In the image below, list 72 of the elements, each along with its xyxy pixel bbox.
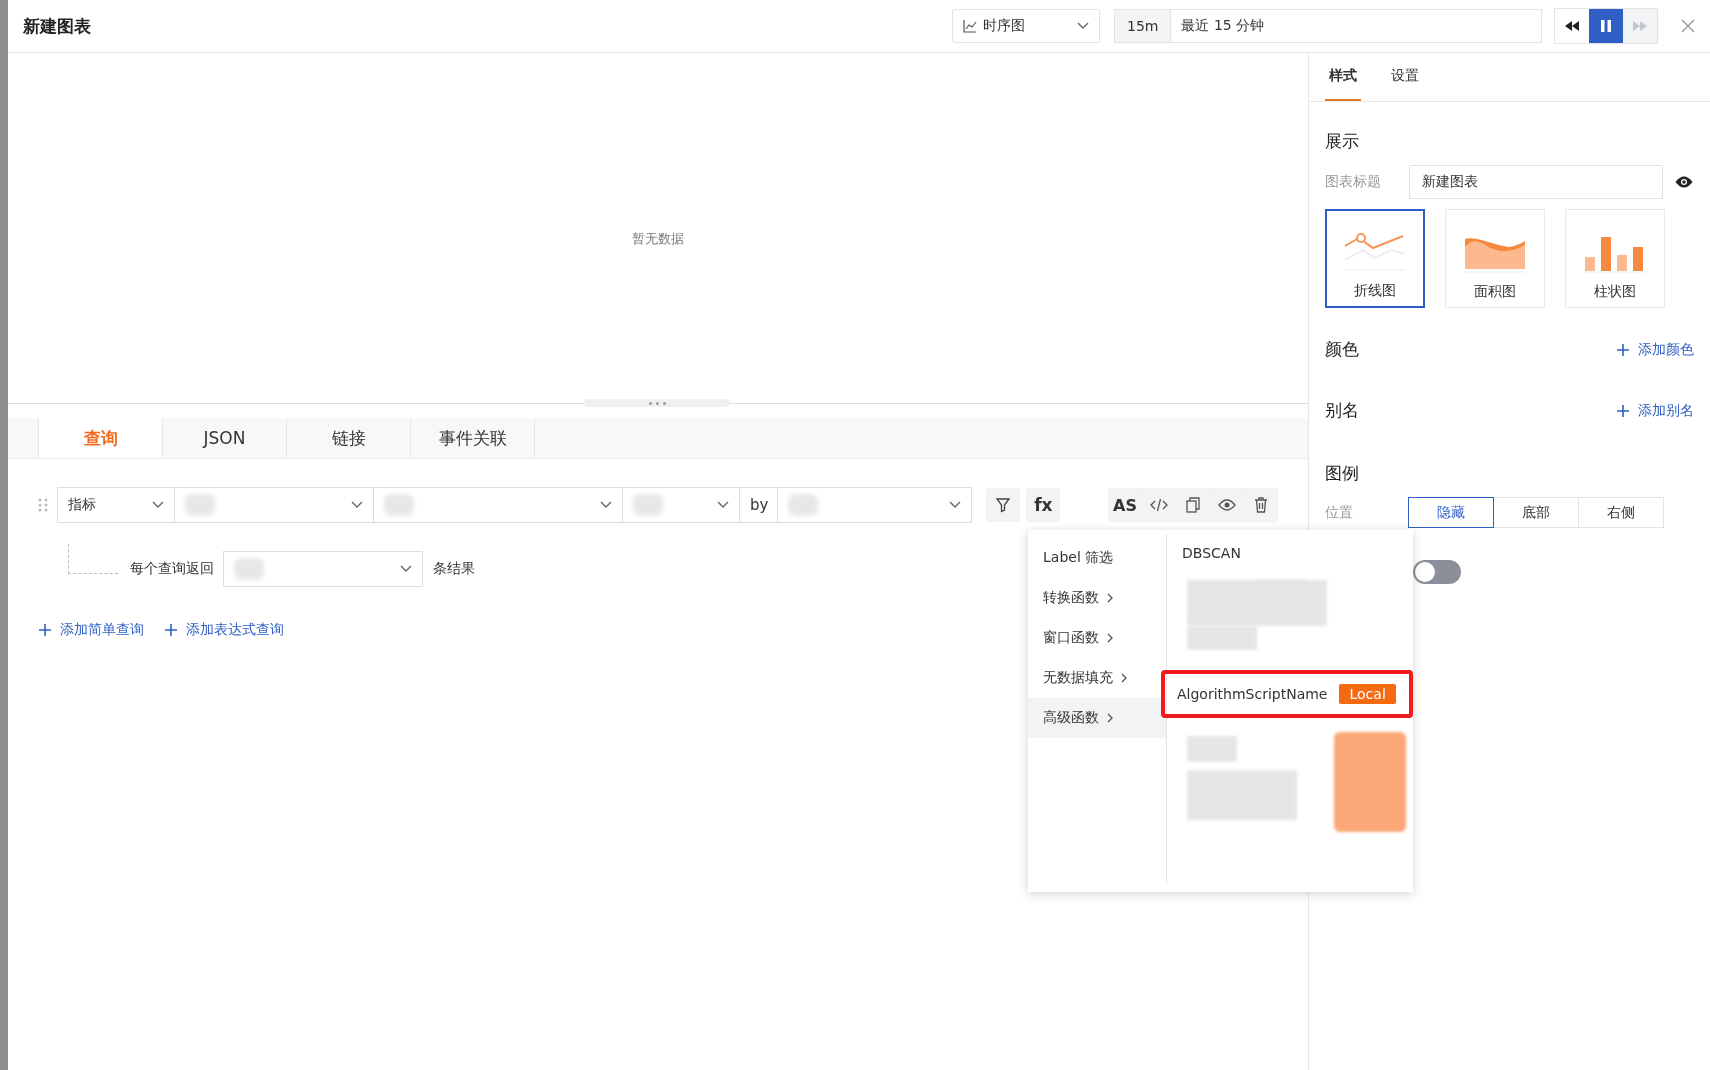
filter-icon: [995, 497, 1012, 513]
rewind-icon: [1565, 21, 1579, 31]
line-chart-icon: [963, 19, 977, 33]
menu-category[interactable]: 高级函数: [1028, 698, 1166, 738]
empty-state-text: 暂无数据: [632, 230, 684, 248]
plus-icon: [38, 623, 52, 637]
trash-icon: [1254, 497, 1268, 513]
menu-item[interactable]: DBSCAN: [1167, 538, 1413, 568]
menu-category[interactable]: 转换函数: [1028, 578, 1166, 618]
chevron-down-icon: [717, 501, 729, 509]
chart-type-card[interactable]: 面积图: [1445, 209, 1545, 308]
field-label: 位置: [1325, 503, 1354, 522]
section-heading: 展示: [1325, 130, 1360, 153]
chart-type-card[interactable]: 折线图: [1325, 209, 1425, 308]
chevron-right-icon: [1107, 593, 1114, 603]
close-icon[interactable]: [1680, 18, 1696, 34]
settings-tab[interactable]: 样式: [1325, 53, 1361, 101]
menu-item-label: AlgorithmScriptName: [1177, 686, 1328, 702]
eye-icon: [1218, 499, 1236, 511]
add-simple-query-link[interactable]: 添加简单查询: [38, 621, 144, 639]
copy-icon: [1186, 497, 1200, 513]
results-label: 条结果: [433, 560, 475, 578]
tree-connector: [68, 544, 118, 574]
query-tab[interactable]: JSON: [163, 418, 287, 458]
line-chart-icon: [1343, 232, 1407, 272]
code-icon: [1150, 498, 1168, 512]
filter-button[interactable]: [986, 488, 1021, 522]
legend-position-option[interactable]: 右侧: [1578, 497, 1664, 528]
eye-icon[interactable]: [1675, 176, 1693, 188]
chevron-down-icon: [351, 501, 363, 509]
local-tag: Local: [1339, 684, 1396, 704]
resize-handle[interactable]: [584, 399, 730, 407]
chart-type-card[interactable]: 柱状图: [1565, 209, 1665, 308]
chevron-right-icon: [1107, 713, 1114, 723]
toggle-switch[interactable]: [1413, 560, 1461, 584]
menu-category[interactable]: Label 筛选: [1028, 538, 1166, 578]
pause-icon: [1601, 20, 1611, 32]
legend-position-option[interactable]: 底部: [1493, 497, 1579, 528]
settings-tab[interactable]: 设置: [1387, 53, 1423, 101]
chevron-right-icon: [1121, 673, 1128, 683]
chevron-down-icon: [949, 501, 962, 509]
window-title: 新建图表: [23, 14, 91, 38]
field-label: 图表标题: [1325, 173, 1382, 191]
by-label: by: [739, 487, 779, 523]
add-color-link[interactable]: 添加颜色: [1616, 340, 1694, 359]
add-expression-query-link[interactable]: 添加表达式查询: [164, 621, 284, 639]
drag-handle-icon[interactable]: [38, 498, 48, 512]
chevron-right-icon: [1107, 633, 1114, 643]
pause-button[interactable]: [1589, 9, 1623, 43]
chevron-down-icon: [400, 565, 412, 573]
chevron-down-icon: [600, 501, 612, 509]
chart-title-field[interactable]: 新建图表: [1409, 165, 1663, 199]
section-heading: 别名: [1325, 399, 1359, 422]
plus-icon: [1616, 403, 1630, 418]
menu-category[interactable]: 窗口函数: [1028, 618, 1166, 658]
plus-icon: [164, 623, 178, 637]
add-alias-link[interactable]: 添加别名: [1616, 401, 1694, 420]
chevron-down-icon: [152, 501, 164, 509]
function-button[interactable]: fx: [1026, 488, 1061, 522]
query-tab[interactable]: 链接: [287, 418, 411, 458]
query-tab[interactable]: 事件关联: [411, 418, 535, 458]
legend-position-option[interactable]: 隐藏: [1408, 497, 1494, 528]
plus-icon: [1616, 342, 1630, 357]
time-range-field[interactable]: 15m 最近 15 分钟: [1114, 9, 1542, 43]
section-heading: 图例: [1325, 462, 1360, 485]
chevron-down-icon: [1077, 22, 1089, 30]
limit-label: 每个查询返回: [130, 560, 214, 578]
fast-forward-icon: [1633, 21, 1647, 31]
section-heading: 颜色: [1325, 338, 1359, 361]
metric-type-select[interactable]: 指标: [57, 487, 175, 523]
highlighted-menu-item[interactable]: AlgorithmScriptName Local: [1161, 670, 1413, 718]
chart-type-select[interactable]: 时序图: [952, 9, 1100, 43]
